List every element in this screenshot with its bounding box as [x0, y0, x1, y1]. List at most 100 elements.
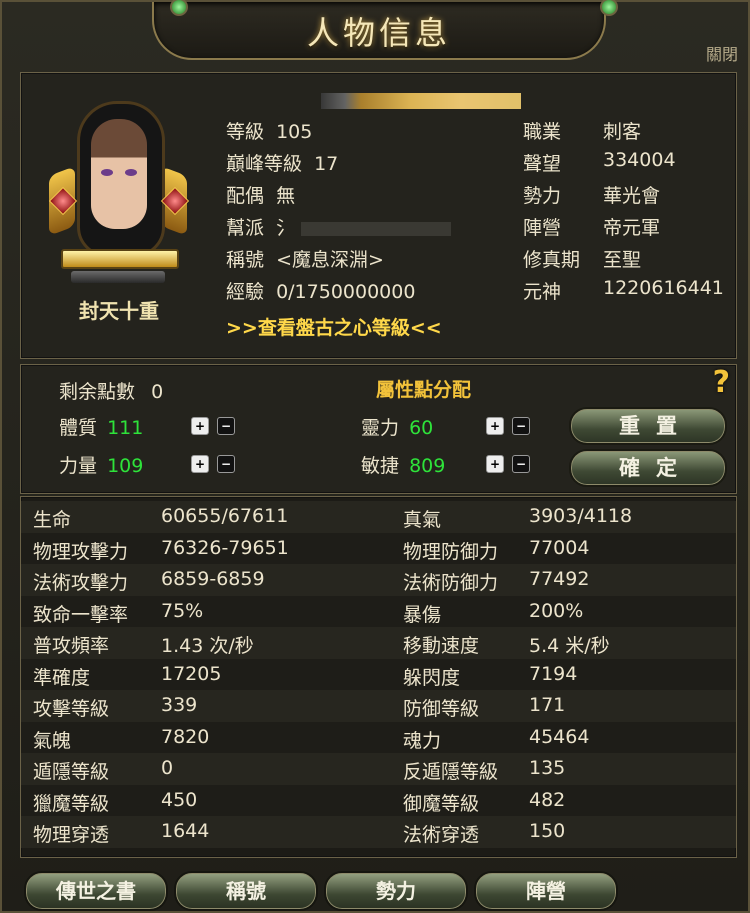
stat-row: 生命 60655/67611 真氣 3903/4118	[21, 501, 736, 533]
faction-row: 勢力 華光會	[523, 181, 660, 208]
faction-button[interactable]: 勢力	[324, 871, 468, 911]
stats-panel: 生命 60655/67611 真氣 3903/4118 物理攻擊力 76326-…	[20, 496, 737, 858]
attribute-section-title: 屬性點分配	[376, 379, 472, 401]
field-label: 勢力	[523, 185, 562, 207]
stat-label: 魂力	[403, 729, 442, 752]
spouse-row: 配偶 無	[226, 181, 295, 208]
stat-label: 致命一擊率	[33, 603, 129, 626]
field-value: 0/1750000000	[276, 281, 416, 303]
stat-row: 準確度 17205 躲閃度 7194	[21, 658, 736, 690]
attr-constitution: 體質 111	[59, 413, 143, 440]
level-row: 等級 105	[226, 117, 312, 144]
remaining-label: 剩余點數	[59, 381, 136, 403]
camp-row: 陣營 帝元軍	[523, 213, 660, 240]
stat-value: 7820	[161, 725, 210, 748]
remaining-value: 0	[151, 381, 164, 403]
attr-value: 60	[409, 417, 434, 439]
field-value: 氵	[276, 217, 296, 239]
remaining-points: 剩余點數 0	[59, 377, 163, 404]
stat-label: 御魔等級	[403, 792, 480, 815]
stat-row: 遁隱等級 0 反遁隱等級 135	[21, 753, 736, 785]
avatar-base	[71, 271, 165, 283]
field-label: 配偶	[226, 185, 265, 207]
stat-label: 真氣	[403, 509, 442, 531]
field-label: 等級	[226, 121, 265, 143]
attr-strength: 力量 109	[59, 451, 143, 478]
stat-label: 獵魔等級	[33, 792, 110, 815]
stat-row: 氣魄 7820 魂力 45464	[21, 721, 736, 753]
minus-button[interactable]: −	[217, 455, 235, 473]
plus-button[interactable]: +	[191, 417, 209, 435]
stat-label: 普攻頻率	[33, 635, 110, 657]
stat-value: 482	[529, 788, 566, 811]
stat-value: 45464	[529, 725, 590, 748]
field-value: 17	[314, 153, 339, 175]
attr-value: 809	[409, 455, 446, 477]
field-label: 聲望	[523, 153, 562, 175]
stat-value: 171	[529, 694, 566, 716]
stat-value: 0	[161, 757, 174, 779]
stat-value: 200%	[529, 599, 584, 622]
confirm-button[interactable]: 確定	[569, 449, 727, 487]
field-label: 修真期	[523, 249, 581, 271]
cultivation-row: 修真期 至聖	[523, 245, 641, 272]
profile-panel: 封天十重 等級 105 巔峰等級 17 配偶 無 幫派 氵 稱號 <魔息深淵> …	[20, 72, 737, 359]
minus-button[interactable]: −	[512, 455, 530, 473]
stat-label: 氣魄	[33, 729, 72, 752]
attr-label: 體質	[59, 417, 98, 439]
plus-button[interactable]: +	[486, 417, 504, 435]
stat-value: 75%	[161, 599, 204, 622]
stat-value: 150	[529, 820, 566, 842]
stat-row: 物理穿透 1644 法術穿透 150	[21, 816, 736, 848]
reputation-row: 聲望 334004	[523, 149, 676, 176]
stat-value: 17205	[161, 662, 222, 685]
peak-level-row: 巔峰等級 17	[226, 149, 338, 176]
stat-value: 60655/67611	[161, 505, 289, 527]
minus-button[interactable]: −	[217, 417, 235, 435]
stat-label: 攻擊等級	[33, 698, 110, 720]
green-gem-icon	[600, 0, 618, 16]
stat-row: 獵魔等級 450 御魔等級 482	[21, 784, 736, 816]
attr-label: 靈力	[361, 417, 400, 439]
field-label: 經驗	[226, 281, 265, 303]
stat-label: 暴傷	[403, 603, 442, 626]
plus-button[interactable]: +	[486, 455, 504, 473]
stat-value: 77492	[529, 568, 590, 590]
field-label: 職業	[523, 121, 562, 143]
field-value: 334004	[603, 149, 676, 171]
exp-row: 經驗 0/1750000000	[226, 277, 415, 304]
avatar-eye	[101, 169, 113, 176]
stat-row: 普攻頻率 1.43 次/秒 移動速度 5.4 米/秒	[21, 627, 736, 659]
titles-button[interactable]: 稱號	[174, 871, 318, 911]
avatar-face	[91, 119, 147, 229]
class-row: 職業 刺客	[523, 117, 641, 144]
legend-book-button[interactable]: 傳世之書	[24, 871, 168, 911]
title-row: 稱號 <魔息深淵>	[226, 245, 384, 272]
stat-row: 物理攻擊力 76326-79651 物理防御力 77004	[21, 532, 736, 564]
camp-button[interactable]: 陣營	[474, 871, 618, 911]
plus-button[interactable]: +	[191, 455, 209, 473]
stat-label: 生命	[33, 509, 72, 531]
reset-button[interactable]: 重置	[569, 407, 727, 445]
field-label: 巔峰等級	[226, 153, 303, 175]
attr-label: 敏捷	[361, 455, 400, 477]
stat-label: 法術防御力	[403, 572, 499, 594]
stat-label: 物理攻擊力	[33, 540, 129, 563]
spirit-row: 元神 1220616441	[523, 277, 724, 304]
title-banner: 人物信息	[152, 2, 606, 60]
stat-label: 法術攻擊力	[33, 572, 129, 594]
stat-row: 致命一擊率 75% 暴傷 200%	[21, 595, 736, 627]
help-icon[interactable]: ?	[713, 365, 730, 400]
close-icon[interactable]: 關閉	[704, 40, 740, 70]
attr-agility: 敏捷 809	[361, 451, 445, 478]
stat-label: 防御等級	[403, 698, 480, 720]
pangu-heart-link[interactable]: >>查看盤古之心等級<<	[226, 313, 442, 340]
stat-value: 1.43 次/秒	[161, 635, 254, 657]
field-label: 元神	[523, 281, 562, 303]
attr-spirit: 靈力 60	[361, 413, 433, 440]
stat-label: 反遁隱等級	[403, 761, 499, 783]
stat-label: 遁隱等級	[33, 761, 110, 783]
stat-row: 攻擊等級 339 防御等級 171	[21, 690, 736, 722]
minus-button[interactable]: −	[512, 417, 530, 435]
stat-value: 450	[161, 788, 198, 811]
